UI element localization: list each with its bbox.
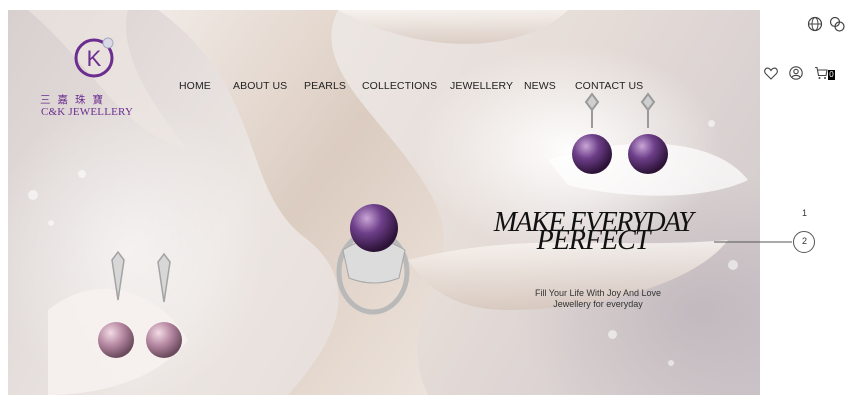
- hero-headline: MAKE EVERYDAY PERFECT: [463, 209, 723, 255]
- slide-indicator-2[interactable]: 2: [802, 236, 807, 246]
- svg-text:K: K: [87, 46, 102, 71]
- hero-banner: K 三嘉珠寶 C&K JEWELLERY HOME ABOUT US PEARL…: [8, 10, 760, 395]
- earring-top-right: [628, 92, 668, 174]
- nav-collections[interactable]: COLLECTIONS: [362, 80, 437, 92]
- nav-about-us[interactable]: ABOUT US: [233, 80, 287, 92]
- nav-home[interactable]: HOME: [179, 80, 211, 92]
- cart-count-badge: 0: [828, 70, 835, 80]
- globe-icon[interactable]: [807, 16, 823, 32]
- brand-logo[interactable]: K: [38, 34, 148, 134]
- translate-icon[interactable]: [829, 16, 845, 32]
- subtitle-line-1: Fill Your Life With Joy And Love: [534, 288, 662, 298]
- cart-icon[interactable]: [814, 66, 828, 80]
- subtitle-line-2: Jewellery for everyday: [553, 299, 643, 309]
- slide-indicator-1[interactable]: 1: [802, 208, 807, 218]
- nav-pearls[interactable]: PEARLS: [304, 80, 346, 92]
- heart-icon[interactable]: [764, 67, 778, 80]
- brand-name-english: C&K JEWELLERY: [41, 106, 134, 118]
- nav-jewellery[interactable]: JEWELLERY: [450, 80, 513, 92]
- user-icon[interactable]: [789, 66, 803, 80]
- brand-name-chinese: 三嘉珠寶: [40, 94, 110, 106]
- nav-contact-us[interactable]: CONTACT US: [575, 80, 643, 92]
- nav-news[interactable]: NEWS: [524, 80, 556, 92]
- hero-subtitle: Fill Your Life With Joy And Love Jewelle…: [508, 288, 688, 310]
- earring-top-left: [572, 92, 612, 174]
